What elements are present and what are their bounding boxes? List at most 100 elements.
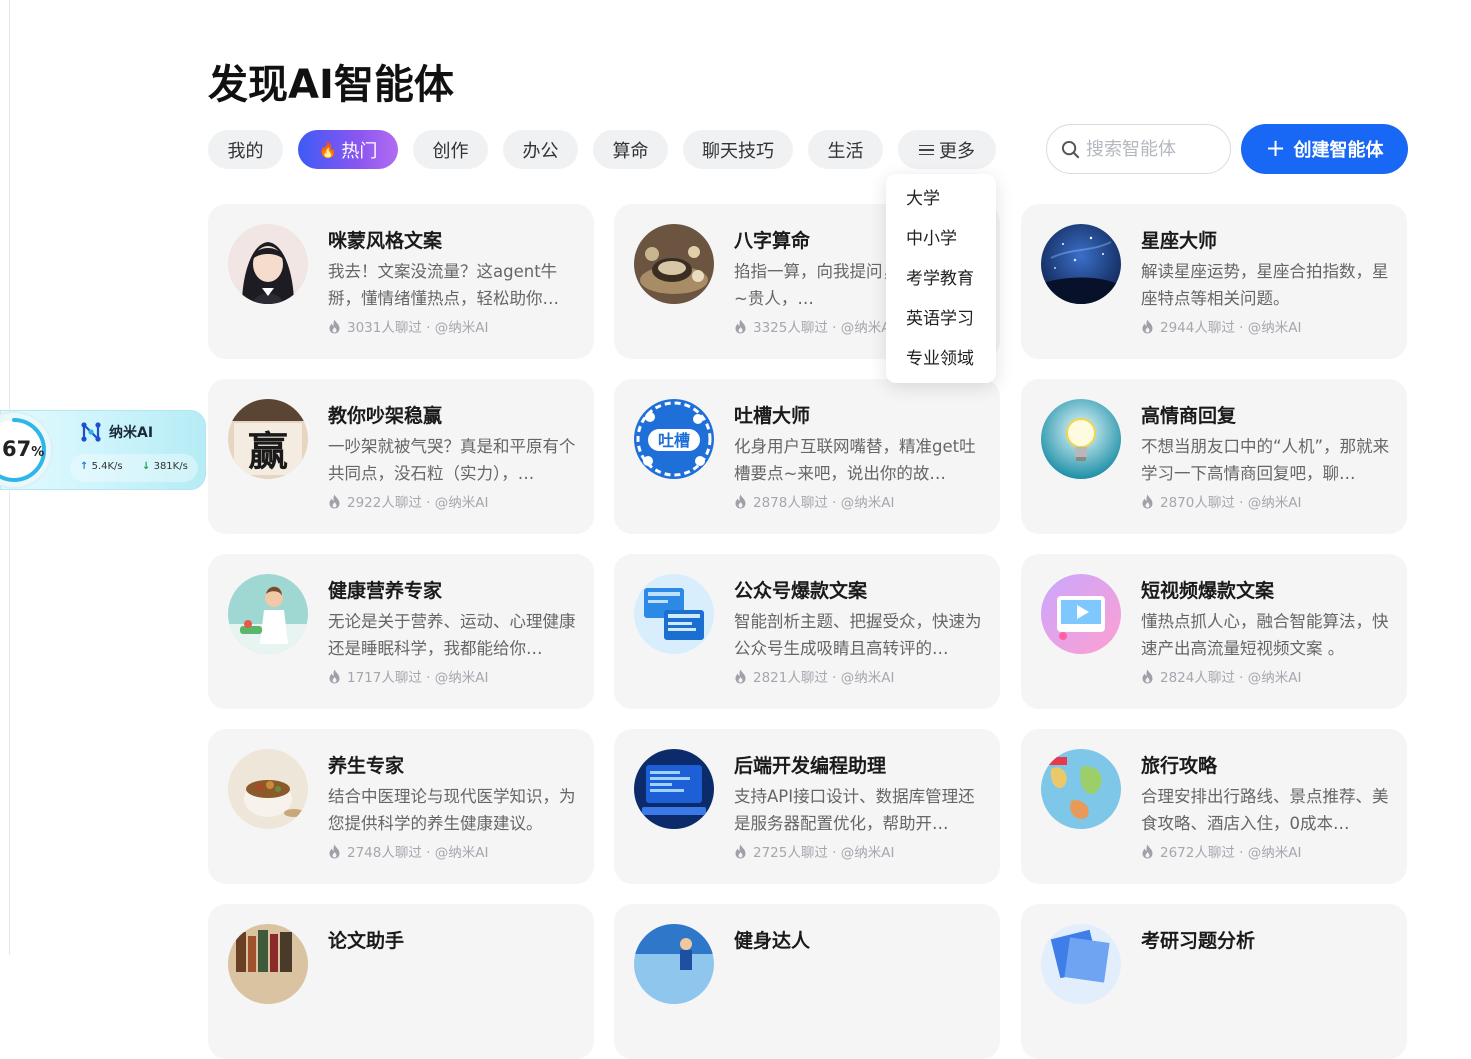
agent-stats: 2922人聊过 · @纳米AI: [328, 491, 488, 511]
tucao-avatar: 吐槽: [634, 399, 714, 479]
portrait-avatar: [228, 224, 308, 304]
agent-stats: 2672人聊过 · @纳米AI: [1141, 841, 1301, 861]
agent-description: 智能剖析主题、把握受众，快速为公众号生成吸睛且高转评的…: [734, 612, 982, 658]
agent-card[interactable]: 赢 教你吵架稳赢 一吵架就被气哭？真是和平原有个共同点，没石粒（实力），… 2922人…: [208, 379, 594, 534]
tab-label: 算命: [612, 140, 649, 162]
agent-stats: 2878人聊过 · @纳米AI: [734, 491, 894, 511]
agent-chat-count: 2725人聊过 · @纳米AI: [753, 845, 895, 861]
search-input[interactable]: [1086, 138, 1216, 160]
agent-description: 结合中医理论与现代医学知识，为您提供科学的养生健康建议。: [328, 787, 576, 833]
tab-label: 聊天技巧: [702, 140, 774, 162]
agent-stats: 3031人聊过 · @纳米AI: [328, 316, 488, 336]
agent-card[interactable]: 高情商回复不想当朋友口中的“人机”，那就来学习一下高情商回复吧，聊… 2870人聊…: [1021, 379, 1407, 534]
galaxy-avatar: [1041, 224, 1121, 304]
flame-icon: [735, 844, 746, 858]
flame-icon: [1142, 669, 1153, 683]
create-agent-label: 创建智能体: [1293, 140, 1384, 161]
tab-fortune[interactable]: 算命: [593, 130, 668, 169]
nami-logo-icon: [81, 422, 101, 442]
tab-chat-skills[interactable]: 聊天技巧: [683, 130, 793, 169]
agent-chat-count: 2824人聊过 · @纳米AI: [1160, 670, 1302, 686]
agent-stats: 2725人聊过 · @纳米AI: [734, 841, 894, 861]
agent-chat-count: 2944人聊过 · @纳米AI: [1160, 320, 1302, 336]
tab-label: 办公: [522, 140, 559, 162]
agent-chat-count: 2878人聊过 · @纳米AI: [753, 495, 895, 511]
gym-avatar: [634, 924, 714, 1004]
agent-card[interactable]: 星座大师解读星座运势，星座合拍指数，星座特点等相关问题。 2944人聊过 · @纳…: [1021, 204, 1407, 359]
code-avatar: [634, 749, 714, 829]
menu-icon: [919, 144, 934, 156]
flame-icon: [329, 669, 340, 683]
agent-title: 高情商回复: [1141, 405, 1237, 427]
agent-card[interactable]: 论文助手: [208, 904, 594, 1059]
agent-title: 旅行攻略: [1141, 755, 1218, 777]
tab-create[interactable]: 创作: [413, 130, 488, 169]
tab-more[interactable]: 更多: [898, 130, 996, 169]
svg-text:赢: 赢: [248, 428, 288, 475]
agent-title: 健身达人: [734, 930, 811, 952]
tab-label: 生活: [827, 140, 864, 162]
search-box[interactable]: [1046, 124, 1231, 174]
agent-description: 支持API接口设计、数据库管理还是服务器配置优化，帮助开…: [734, 787, 975, 833]
agent-card[interactable]: 健康营养专家 无论是关于营养、运动、心理健康还是睡眠科学，我都能给你… 1717人聊…: [208, 554, 594, 709]
flame-icon: [1142, 494, 1153, 508]
map-avatar: [1041, 749, 1121, 829]
menu-item-professional[interactable]: 专业领域: [886, 346, 996, 386]
tab-life[interactable]: 生活: [808, 130, 883, 169]
flame-icon: [735, 669, 746, 683]
tab-label: 热门: [341, 140, 378, 162]
agent-title: 养生专家: [328, 755, 405, 777]
menu-item-exam-education[interactable]: 考学教育: [886, 266, 996, 306]
page-title: 发现AI智能体: [208, 62, 454, 108]
agent-card[interactable]: 健身达人: [614, 904, 1000, 1059]
agent-stats: 2944人聊过 · @纳米AI: [1141, 316, 1301, 336]
agent-chat-count: 2922人聊过 · @纳米AI: [347, 495, 489, 511]
tab-hot[interactable]: 🔥 热门: [298, 130, 398, 169]
tab-office[interactable]: 办公: [503, 130, 578, 169]
agent-title: 后端开发编程助理: [734, 755, 887, 777]
agent-chat-count: 3031人聊过 · @纳米AI: [347, 320, 489, 336]
usage-percent: 67%: [2, 437, 45, 461]
agent-stats: 1717人聊过 · @纳米AI: [328, 666, 488, 686]
agent-card[interactable]: 后端开发编程助理支持API接口设计、数据库管理还是服务器配置优化，帮助开… 272…: [614, 729, 1000, 884]
video-avatar: [1041, 574, 1121, 654]
agent-chat-count: 1717人聊过 · @纳米AI: [347, 670, 489, 686]
menu-item-school[interactable]: 中小学: [886, 226, 996, 266]
agent-card[interactable]: 旅行攻略 合理安排出行路线、景点推荐、美食攻略、酒店入住，0成本… 2672人聊过 …: [1021, 729, 1407, 884]
menu-item-english[interactable]: 英语学习: [886, 306, 996, 346]
create-agent-button[interactable]: + 创建智能体: [1241, 124, 1408, 174]
agent-card[interactable]: 养生专家结合中医理论与现代医学知识，为您提供科学的养生健康建议。 2748人聊过 …: [208, 729, 594, 884]
agent-chat-count: 2870人聊过 · @纳米AI: [1160, 495, 1302, 511]
screens-avatar: [634, 574, 714, 654]
agent-stats: 2824人聊过 · @纳米AI: [1141, 666, 1301, 686]
agent-stats: 2748人聊过 · @纳米AI: [328, 841, 488, 861]
flame-icon: [329, 494, 340, 508]
menu-item-university[interactable]: 大学: [886, 186, 996, 226]
agent-description: 我去！文案没流量？这agent牛掰，懂情绪懂热点，轻松助你…: [328, 262, 559, 308]
agent-title: 星座大师: [1141, 230, 1218, 252]
flame-icon: [735, 494, 746, 508]
agent-title: 吐槽大师: [734, 405, 811, 427]
tab-mine[interactable]: 我的: [208, 130, 283, 169]
agent-description: 不想当朋友口中的“人机”，那就来学习一下高情商回复吧，聊…: [1141, 437, 1390, 483]
fortune-avatar: [634, 224, 714, 304]
agent-card[interactable]: 咪蒙风格文案我去！文案没流量？这agent牛掰，懂情绪懂热点，轻松助你… 3031…: [208, 204, 594, 359]
agent-chat-count: 2748人聊过 · @纳米AI: [347, 845, 489, 861]
tab-label: 更多: [939, 140, 975, 162]
agent-title: 公众号爆款文案: [734, 580, 868, 602]
search-icon: [1061, 140, 1080, 158]
upload-speed: ↑ 5.4K/s: [80, 461, 123, 472]
more-dropdown-menu: 大学 中小学 考学教育 英语学习 专业领域: [886, 174, 996, 383]
agent-card[interactable]: 短视频爆款文案 懂热点抓人心，融合智能算法，快速产出高流量短视频文案 。 2824人…: [1021, 554, 1407, 709]
papers-avatar: [1041, 924, 1121, 1004]
agent-title: 咪蒙风格文案: [328, 230, 443, 252]
agent-description: 解读星座运势，星座合拍指数，星座特点等相关问题。: [1141, 262, 1389, 308]
agent-card[interactable]: 吐槽 吐槽大师 化身用户互联网嘴替，精准get吐槽要点~来吧，说出你的故… 2878人…: [614, 379, 1000, 534]
flame-icon: [735, 319, 746, 333]
agent-title: 健康营养专家: [328, 580, 443, 602]
agent-chat-count: 3325人聊过 · @纳米AI: [753, 320, 895, 336]
tab-label: 创作: [432, 140, 469, 162]
agent-card[interactable]: 公众号爆款文案 智能剖析主题、把握受众，快速为公众号生成吸睛且高转评的… 2821人…: [614, 554, 1000, 709]
agent-card[interactable]: 考研习题分析: [1021, 904, 1407, 1059]
flame-icon: [1142, 319, 1153, 333]
